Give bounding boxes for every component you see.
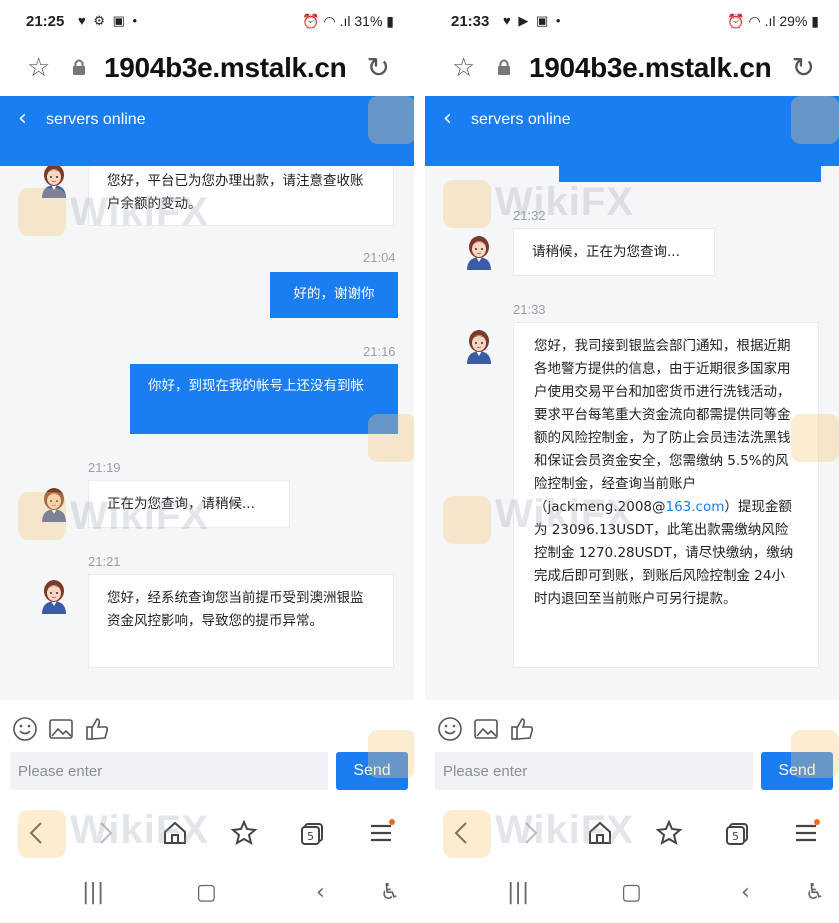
lock-icon	[498, 59, 510, 75]
message-time: 21:16	[363, 344, 396, 359]
notification-icons: ♥ ▶ ▣ •	[503, 13, 563, 28]
star-icon[interactable]: ☆	[27, 52, 50, 83]
system-home-icon[interactable]: ▢	[196, 880, 217, 905]
signal-icon: ⏰ ◠ .ıl	[727, 13, 780, 29]
accessibility-icon[interactable]: ♿	[380, 880, 400, 905]
signal-icon: ⏰ ◠ .ıl	[302, 13, 355, 29]
status-time: 21:33	[451, 13, 490, 30]
message-text: ）提现金额为 23096.13USDT，此笔出款需缴纳风险控制金 1270.28…	[534, 499, 794, 607]
message-bubble-agent: 正在为您查询，请稍候...	[88, 480, 290, 528]
bookmark-star-icon[interactable]	[654, 818, 684, 848]
message-bubble-agent: 请稍候，正在为您查询...	[513, 228, 715, 276]
agent-avatar	[463, 328, 495, 364]
image-icon[interactable]	[473, 716, 499, 742]
thumbs-up-icon[interactable]	[509, 716, 535, 742]
chat-area[interactable]: 21:32 请稍候，正在为您查询... 21:33 您好，我司接到银监会部门通知…	[425, 166, 839, 700]
status-right: ⏰ ◠ .ıl 31% ▮	[302, 13, 394, 30]
recents-icon[interactable]: |||	[507, 880, 529, 905]
browser-forward-icon[interactable]	[515, 818, 545, 848]
battery-icon: ▮	[807, 13, 819, 29]
browser-url-bar: ☆ 1904b3e.mstalk.cn ↻	[425, 44, 839, 96]
browser-forward-icon[interactable]	[90, 818, 120, 848]
chat-toolbar: Send	[0, 700, 414, 808]
accessibility-icon[interactable]: ♿	[805, 880, 825, 905]
send-button[interactable]: Send	[336, 752, 408, 790]
system-home-icon[interactable]: ▢	[621, 880, 642, 905]
thumbs-up-icon[interactable]	[84, 716, 110, 742]
url-text[interactable]: 1904b3e.mstalk.cn	[529, 52, 772, 84]
back-icon[interactable]: ‹	[443, 106, 452, 131]
notification-icons: ♥ ⚙ ▣ •	[78, 13, 140, 28]
recents-icon[interactable]: |||	[82, 880, 104, 905]
tabs-icon[interactable]: 5	[298, 818, 328, 848]
system-nav-bar: ||| ▢ ‹ ♿	[0, 866, 414, 923]
browser-back-icon[interactable]	[447, 818, 477, 848]
message-time: 21:32	[513, 208, 546, 223]
chat-toolbar: Send	[425, 700, 839, 808]
message-bubble-agent: 您好，平台已为您办理出款，请注意查收账户余额的变动。	[88, 166, 394, 226]
agent-avatar	[38, 486, 70, 522]
system-back-icon[interactable]: ‹	[741, 880, 750, 905]
agent-avatar	[463, 234, 495, 270]
agent-avatar	[38, 166, 70, 198]
browser-back-icon[interactable]	[22, 818, 52, 848]
divider	[414, 0, 425, 923]
image-icon[interactable]	[48, 716, 74, 742]
menu-icon[interactable]	[791, 818, 821, 848]
lock-icon	[73, 59, 85, 75]
emoji-icon[interactable]	[12, 716, 38, 742]
status-right: ⏰ ◠ .ıl 29% ▮	[727, 13, 819, 30]
message-input[interactable]	[10, 752, 328, 790]
emoji-icon[interactable]	[437, 716, 463, 742]
svg-text:5: 5	[732, 830, 739, 843]
chat-area[interactable]: 您好，平台已为您办理出款，请注意查收账户余额的变动。 21:04 好的，谢谢你 …	[0, 166, 414, 700]
message-bubble-user: 你好，到现在我的帐号上还没有到帐	[130, 364, 398, 434]
status-bar: 21:25 ♥ ⚙ ▣ • ⏰ ◠ .ıl 31% ▮	[0, 0, 414, 44]
message-time: 21:21	[88, 554, 121, 569]
message-time: 21:04	[363, 250, 396, 265]
status-bar: 21:33 ♥ ▶ ▣ • ⏰ ◠ .ıl 29% ▮	[425, 0, 839, 44]
browser-nav-bar: 5	[425, 808, 839, 866]
reload-icon[interactable]: ↻	[792, 51, 815, 84]
agent-avatar	[38, 578, 70, 614]
left-screenshot: 21:25 ♥ ⚙ ▣ • ⏰ ◠ .ıl 31% ▮ ☆ 1904b3e.ms…	[0, 0, 414, 923]
tabs-icon[interactable]: 5	[723, 818, 753, 848]
message-bubble-user: 好的，谢谢你	[270, 272, 398, 318]
back-icon[interactable]: ‹	[18, 106, 27, 131]
status-time: 21:25	[26, 13, 65, 30]
message-text: 您好，我司接到银监会部门通知，根据近期各地警方提供的信息，由于近期很多国家用户使…	[534, 338, 791, 492]
browser-nav-bar: 5	[0, 808, 414, 866]
header-title: servers online	[471, 111, 571, 128]
message-input[interactable]	[435, 752, 753, 790]
browser-url-bar: ☆ 1904b3e.mstalk.cn ↻	[0, 44, 414, 96]
menu-icon[interactable]	[366, 818, 396, 848]
message-text: （jackmeng.2008@	[534, 499, 666, 515]
star-icon[interactable]: ☆	[452, 52, 475, 83]
message-time: 21:33	[513, 302, 546, 317]
send-button[interactable]: Send	[761, 752, 833, 790]
message-bubble-user	[559, 166, 821, 182]
svg-text:5: 5	[307, 830, 314, 843]
chat-header: ‹ servers online	[0, 96, 414, 166]
chat-header: ‹ servers online	[425, 96, 839, 166]
home-icon[interactable]	[585, 818, 615, 848]
message-bubble-agent: 您好，经系统查询您当前提币受到澳洲银监资金风控影响，导致您的提币异常。	[88, 574, 394, 668]
message-time: 21:19	[88, 460, 121, 475]
battery-icon: ▮	[382, 13, 394, 29]
system-nav-bar: ||| ▢ ‹ ♿	[425, 866, 839, 923]
email-link[interactable]: 163.com	[666, 499, 725, 515]
right-screenshot: 21:33 ♥ ▶ ▣ • ⏰ ◠ .ıl 29% ▮ ☆ 1904b3e.ms…	[425, 0, 839, 923]
url-text[interactable]: 1904b3e.mstalk.cn	[104, 52, 347, 84]
message-bubble-agent: 您好，我司接到银监会部门通知，根据近期各地警方提供的信息，由于近期很多国家用户使…	[513, 322, 819, 668]
home-icon[interactable]	[160, 818, 190, 848]
battery-level: 31%	[354, 13, 383, 29]
battery-level: 29%	[779, 13, 808, 29]
reload-icon[interactable]: ↻	[367, 51, 390, 84]
bookmark-star-icon[interactable]	[229, 818, 259, 848]
system-back-icon[interactable]: ‹	[316, 880, 325, 905]
header-title: servers online	[46, 111, 146, 128]
